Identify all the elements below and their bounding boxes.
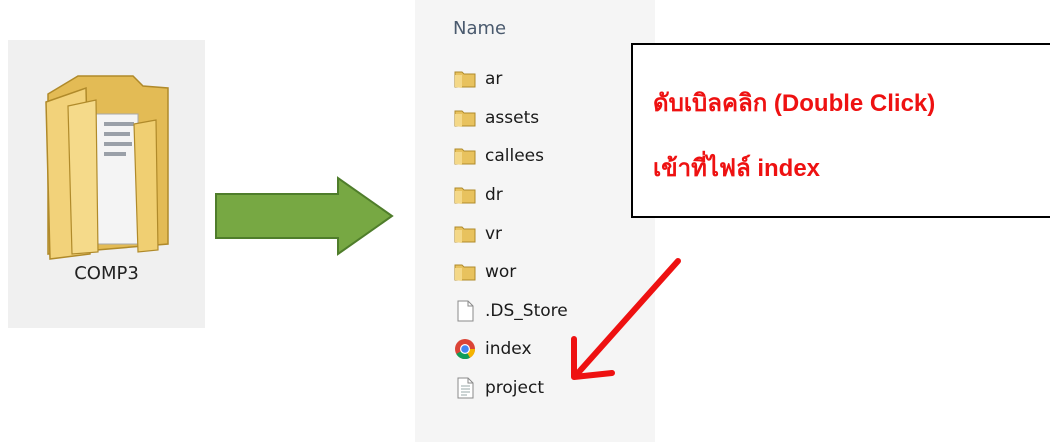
file-name: assets bbox=[485, 107, 540, 128]
folder-icon bbox=[454, 71, 476, 89]
blank-file-icon bbox=[457, 300, 474, 322]
file-item-vr[interactable]: vr bbox=[453, 214, 568, 253]
red-arrow-icon bbox=[571, 258, 681, 380]
file-item-callees[interactable]: callees bbox=[453, 137, 568, 176]
file-item-ar[interactable]: ar bbox=[453, 60, 568, 99]
callout-line-1: ดับเบิลคลิก (Double Click) bbox=[653, 90, 936, 117]
folder-icon bbox=[454, 226, 476, 243]
desktop-folder-tile[interactable]: COMP3 bbox=[8, 40, 205, 328]
instruction-callout: ดับเบิลคลิก (Double Click) เข้าที่ไฟล์ i… bbox=[631, 43, 1050, 218]
chrome-icon bbox=[455, 339, 476, 360]
folder-label: COMP3 bbox=[74, 263, 139, 284]
file-name: dr bbox=[485, 185, 503, 206]
file-list: ar assets callees dr vr wor .DS_Store in… bbox=[453, 60, 568, 407]
file-item-assets[interactable]: assets bbox=[453, 99, 568, 138]
file-item-dr[interactable]: dr bbox=[453, 176, 568, 215]
column-header-name[interactable]: Name bbox=[453, 18, 506, 39]
folder-icon bbox=[454, 187, 476, 205]
file-name: wor bbox=[485, 262, 517, 283]
file-name: callees bbox=[485, 146, 544, 167]
file-name: vr bbox=[485, 223, 503, 244]
file-item-wor[interactable]: wor bbox=[453, 253, 568, 292]
right-arrow-icon bbox=[215, 176, 394, 256]
text-file-icon bbox=[457, 377, 474, 399]
folder-icon bbox=[454, 148, 476, 166]
file-item-project[interactable]: project bbox=[453, 369, 568, 408]
file-item-index[interactable]: index bbox=[453, 330, 568, 369]
callout-line-2: เข้าที่ไฟล์ index bbox=[653, 155, 821, 182]
file-name: ar bbox=[485, 69, 503, 90]
folder-icon bbox=[454, 110, 476, 127]
folder-icon bbox=[45, 75, 169, 260]
file-name: .DS_Store bbox=[485, 300, 568, 321]
file-name: project bbox=[485, 378, 545, 399]
file-name: index bbox=[485, 339, 532, 360]
file-item-ds-store[interactable]: .DS_Store bbox=[453, 292, 568, 331]
folder-icon bbox=[454, 264, 476, 282]
